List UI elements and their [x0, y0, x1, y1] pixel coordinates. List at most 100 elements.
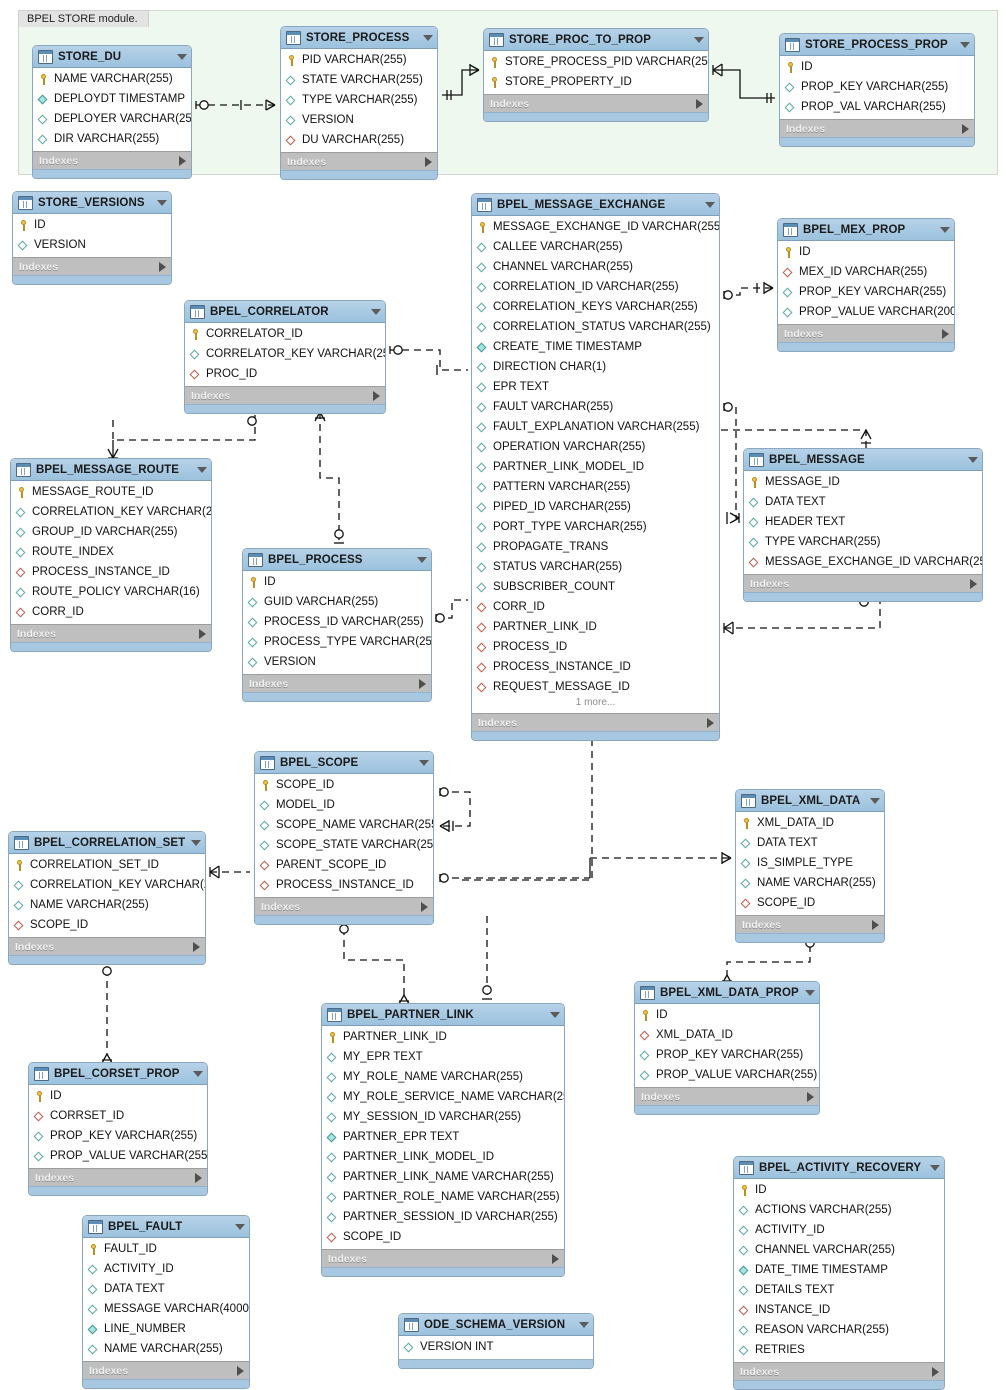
table-header[interactable]: BPEL_SCOPE — [255, 752, 433, 774]
column-row[interactable]: FAULT_EXPLANATION VARCHAR(255) — [472, 417, 719, 437]
entity-table-store_du[interactable]: STORE_DU NAME VARCHAR(255) DEPLOYDT TIMEST… — [32, 45, 192, 179]
column-row[interactable]: PARTNER_ROLE_NAME VARCHAR(255) — [322, 1187, 564, 1207]
expand-arrow-icon[interactable] — [199, 628, 206, 639]
entity-table-bpel_message_exchange[interactable]: BPEL_MESSAGE_EXCHANGE MESSAGE_EXCHANGE_ID… — [471, 193, 720, 741]
column-row[interactable]: PROP_VAL VARCHAR(255) — [780, 97, 974, 117]
chevron-down-icon[interactable] — [235, 1223, 245, 1230]
column-row[interactable]: PROPAGATE_TRANS — [472, 537, 719, 557]
chevron-down-icon[interactable] — [191, 839, 201, 846]
table-header[interactable]: BPEL_MESSAGE_ROUTE — [11, 459, 211, 481]
column-row[interactable]: CORR_ID — [472, 597, 719, 617]
indexes-section[interactable]: Indexes — [744, 574, 982, 592]
column-row[interactable]: MESSAGE_EXCHANGE_ID VARCHAR(255) — [472, 217, 719, 237]
column-row[interactable]: PROP_VALUE VARCHAR(255) — [29, 1146, 207, 1166]
indexes-section[interactable]: Indexes — [778, 324, 954, 342]
table-header[interactable]: BPEL_CORRELATOR — [185, 301, 385, 323]
table-header[interactable]: STORE_DU — [33, 46, 191, 68]
more-columns-label[interactable]: 1 more... — [472, 697, 719, 711]
chevron-down-icon[interactable] — [157, 199, 167, 206]
table-header[interactable]: BPEL_ACTIVITY_RECOVERY — [734, 1157, 944, 1179]
chevron-down-icon[interactable] — [940, 226, 950, 233]
column-row[interactable]: PROP_KEY VARCHAR(255) — [29, 1126, 207, 1146]
entity-table-bpel_process[interactable]: BPEL_PROCESS ID GUID VARCHAR(255) PROCESS_I… — [242, 548, 432, 702]
chevron-down-icon[interactable] — [705, 201, 715, 208]
column-row[interactable]: MEX_ID VARCHAR(255) — [778, 262, 954, 282]
indexes-section[interactable]: Indexes — [484, 94, 708, 112]
entity-table-store_process_prop[interactable]: STORE_PROCESS_PROP ID PROP_KEY VARCHAR(255… — [779, 33, 975, 147]
column-row[interactable]: DATA TEXT — [744, 492, 982, 512]
table-header[interactable]: ODE_SCHEMA_VERSION — [399, 1314, 593, 1336]
column-row[interactable]: ID — [243, 572, 431, 592]
chevron-down-icon[interactable] — [579, 1321, 589, 1328]
entity-table-bpel_xml_data[interactable]: BPEL_XML_DATA XML_DATA_ID DATA TEXT IS_SIMP… — [735, 789, 885, 943]
chevron-down-icon[interactable] — [960, 41, 970, 48]
column-row[interactable]: DEPLOYER VARCHAR(255) — [33, 109, 191, 129]
column-row[interactable]: VERSION — [281, 110, 437, 130]
column-row[interactable]: MY_EPR TEXT — [322, 1047, 564, 1067]
column-row[interactable]: VERSION — [13, 235, 171, 255]
indexes-section[interactable]: Indexes — [29, 1168, 207, 1186]
entity-table-bpel_correlation_set[interactable]: BPEL_CORRELATION_SET CORRELATION_SET_ID CO… — [8, 831, 206, 965]
entity-table-store_process[interactable]: STORE_PROCESS PID VARCHAR(255) STATE VARCH… — [280, 26, 438, 180]
column-row[interactable]: PIPED_ID VARCHAR(255) — [472, 497, 719, 517]
table-header[interactable]: BPEL_CORSET_PROP — [29, 1063, 207, 1085]
column-row[interactable]: XML_DATA_ID — [736, 813, 884, 833]
chevron-down-icon[interactable] — [177, 53, 187, 60]
chevron-down-icon[interactable] — [423, 34, 433, 41]
column-row[interactable]: PARENT_SCOPE_ID — [255, 855, 433, 875]
indexes-section[interactable]: Indexes — [83, 1361, 249, 1379]
column-row[interactable]: PROP_VALUE VARCHAR(255) — [635, 1065, 819, 1085]
expand-arrow-icon[interactable] — [421, 901, 428, 912]
chevron-down-icon[interactable] — [419, 759, 429, 766]
column-row[interactable]: MY_ROLE_SERVICE_NAME VARCHAR(255) — [322, 1087, 564, 1107]
indexes-section[interactable]: Indexes — [11, 624, 211, 642]
column-row[interactable]: IS_SIMPLE_TYPE — [736, 853, 884, 873]
column-row[interactable]: NAME VARCHAR(255) — [736, 873, 884, 893]
indexes-section[interactable]: Indexes — [9, 937, 205, 955]
column-row[interactable]: MESSAGE_ID — [744, 472, 982, 492]
column-row[interactable]: TYPE VARCHAR(255) — [744, 532, 982, 552]
expand-arrow-icon[interactable] — [237, 1365, 244, 1376]
column-row[interactable]: NAME VARCHAR(255) — [33, 69, 191, 89]
expand-arrow-icon[interactable] — [872, 919, 879, 930]
table-header[interactable]: BPEL_CORRELATION_SET — [9, 832, 205, 854]
entity-table-bpel_partner_link[interactable]: BPEL_PARTNER_LINK PARTNER_LINK_ID MY_EPR T… — [321, 1003, 565, 1277]
entity-table-bpel_activity_recovery[interactable]: BPEL_ACTIVITY_RECOVERY ID ACTIONS VARCHAR(… — [733, 1156, 945, 1390]
column-row[interactable]: PORT_TYPE VARCHAR(255) — [472, 517, 719, 537]
column-row[interactable]: SUBSCRIBER_COUNT — [472, 577, 719, 597]
entity-table-bpel_message[interactable]: BPEL_MESSAGE MESSAGE_ID DATA TEXT HEADER TE… — [743, 448, 983, 602]
column-row[interactable]: PROCESS_INSTANCE_ID — [255, 875, 433, 895]
column-row[interactable]: SCOPE_ID — [9, 915, 205, 935]
column-row[interactable]: ID — [780, 57, 974, 77]
column-row[interactable]: NAME VARCHAR(255) — [9, 895, 205, 915]
expand-arrow-icon[interactable] — [373, 390, 380, 401]
column-row[interactable]: PARTNER_LINK_NAME VARCHAR(255) — [322, 1167, 564, 1187]
column-row[interactable]: DIR VARCHAR(255) — [33, 129, 191, 149]
expand-arrow-icon[interactable] — [942, 328, 949, 339]
expand-arrow-icon[interactable] — [425, 156, 432, 167]
column-row[interactable]: PARTNER_SESSION_ID VARCHAR(255) — [322, 1207, 564, 1227]
chevron-down-icon[interactable] — [930, 1164, 940, 1171]
column-row[interactable]: LINE_NUMBER — [83, 1319, 249, 1339]
entity-table-store_proc_to_prop[interactable]: STORE_PROC_TO_PROP STORE_PROCESS_PID VARC… — [483, 28, 709, 122]
expand-arrow-icon[interactable] — [707, 717, 714, 728]
column-row[interactable]: GUID VARCHAR(255) — [243, 592, 431, 612]
indexes-section[interactable]: Indexes — [780, 119, 974, 137]
column-row[interactable]: ROUTE_POLICY VARCHAR(16) — [11, 582, 211, 602]
indexes-section[interactable]: Indexes — [281, 152, 437, 170]
column-row[interactable]: SCOPE_NAME VARCHAR(255) — [255, 815, 433, 835]
table-header[interactable]: BPEL_XML_DATA_PROP — [635, 982, 819, 1004]
column-row[interactable]: SCOPE_ID — [736, 893, 884, 913]
column-row[interactable]: VERSION INT — [399, 1337, 593, 1357]
column-row[interactable]: ACTIVITY_ID — [734, 1220, 944, 1240]
chevron-down-icon[interactable] — [193, 1070, 203, 1077]
column-row[interactable]: ACTIONS VARCHAR(255) — [734, 1200, 944, 1220]
column-row[interactable]: STORE_PROCESS_PID VARCHAR(255) — [484, 52, 708, 72]
column-row[interactable]: ROUTE_INDEX — [11, 542, 211, 562]
column-row[interactable]: OPERATION VARCHAR(255) — [472, 437, 719, 457]
column-row[interactable]: PROCESS_ID VARCHAR(255) — [243, 612, 431, 632]
table-header[interactable]: BPEL_PARTNER_LINK — [322, 1004, 564, 1026]
column-row[interactable]: SCOPE_STATE VARCHAR(255) — [255, 835, 433, 855]
column-row[interactable]: STATUS VARCHAR(255) — [472, 557, 719, 577]
indexes-section[interactable]: Indexes — [243, 674, 431, 692]
